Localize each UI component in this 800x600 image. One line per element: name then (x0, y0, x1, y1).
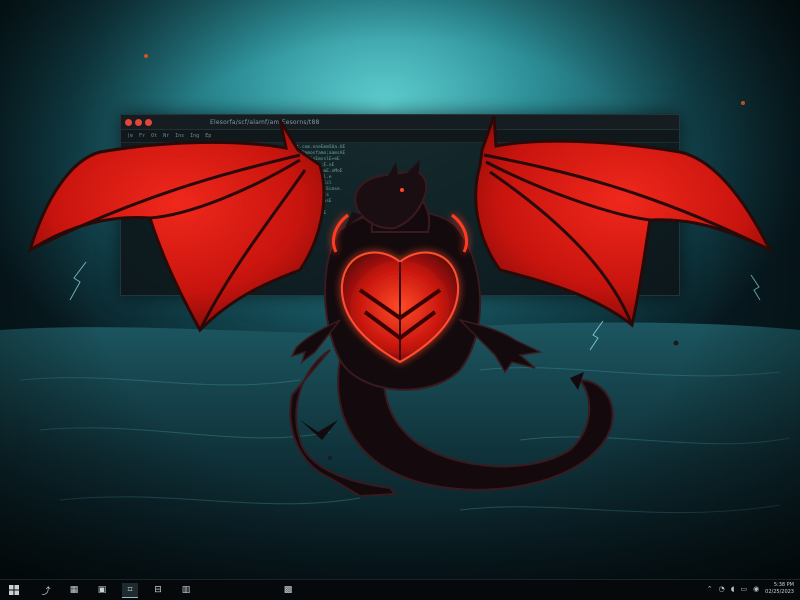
toolbar-item[interactable]: Ep (205, 133, 211, 139)
terminal-window[interactable]: Elesorfa/scf/alamf/am/Eesorns/t88 (e Fr … (120, 114, 680, 296)
taskbar-app-editor[interactable]: ⊟ (150, 583, 166, 597)
code-icon: ⌗ (127, 585, 133, 595)
taskbar: ⤴ ▦ ▣ ⌗ ⊟ ▥ ▩ ⌃ ◔ ◖ ▭ ◉ 5:38 PM 02/25/20 (0, 579, 800, 600)
taskbar-app-code[interactable]: ⌗ (122, 583, 138, 598)
files-icon: ▥ (181, 585, 191, 595)
notification-icon[interactable]: ◉ (753, 585, 759, 593)
taskbar-app-monitor[interactable]: ▣ (94, 583, 110, 597)
taskbar-app-terminal[interactable]: ▦ (66, 583, 82, 597)
clock-date: 02/25/2023 (765, 589, 794, 595)
taskbar-clock[interactable]: 5:38 PM 02/25/2023 (765, 582, 794, 596)
settings-icon: ▩ (283, 585, 293, 595)
toolbar-item[interactable]: Ins (175, 133, 184, 139)
window-title: Elesorfa/scf/alamf/am/Eesorns/t88 (210, 118, 320, 126)
windows-icon (9, 585, 19, 595)
taskbar-app-browser[interactable]: ⤴ (38, 583, 54, 597)
monitor-icon: ▣ (97, 585, 107, 595)
battery-icon[interactable]: ▭ (740, 585, 747, 593)
terminal-icon: ▦ (69, 585, 79, 595)
volume-icon[interactable]: ◖ (731, 585, 735, 593)
terminal-output[interactable]: Eat.com.oneEmmSUa.UE Eat;Pamosfamo;aamsA… (291, 145, 421, 247)
window-toolbar: (e Fr Ot Nr Ins Ing Ep (121, 130, 679, 143)
toolbar-item[interactable]: (e (127, 133, 133, 139)
toolbar-item[interactable]: Fr (139, 133, 145, 139)
close-icon[interactable] (125, 118, 132, 126)
desktop: Elesorfa/scf/alamf/am/Eesorns/t88 (e Fr … (0, 0, 800, 600)
window-controls (125, 118, 152, 126)
toolbar-item[interactable]: Ing (190, 133, 199, 139)
start-button[interactable] (6, 583, 22, 597)
browser-icon: ⤴ (41, 586, 51, 597)
clock-time: 5:38 PM (773, 582, 794, 588)
taskbar-app-settings[interactable]: ▩ (280, 583, 296, 597)
wallpaper (0, 0, 800, 600)
toolbar-item[interactable]: Ot (151, 133, 157, 139)
chevron-up-icon[interactable]: ⌃ (707, 585, 713, 593)
minimize-icon[interactable] (135, 118, 142, 126)
maximize-icon[interactable] (145, 118, 152, 126)
toolbar-item[interactable]: Nr (163, 133, 169, 139)
system-tray: ⌃ ◔ ◖ ▭ ◉ 5:38 PM 02/25/2023 (707, 582, 794, 596)
taskbar-app-files[interactable]: ▥ (178, 583, 194, 597)
window-titlebar[interactable]: Elesorfa/scf/alamf/am/Eesorns/t88 (121, 115, 679, 130)
editor-icon: ⊟ (154, 585, 162, 595)
network-icon[interactable]: ◔ (719, 585, 725, 593)
code-line: EE (291, 241, 297, 246)
